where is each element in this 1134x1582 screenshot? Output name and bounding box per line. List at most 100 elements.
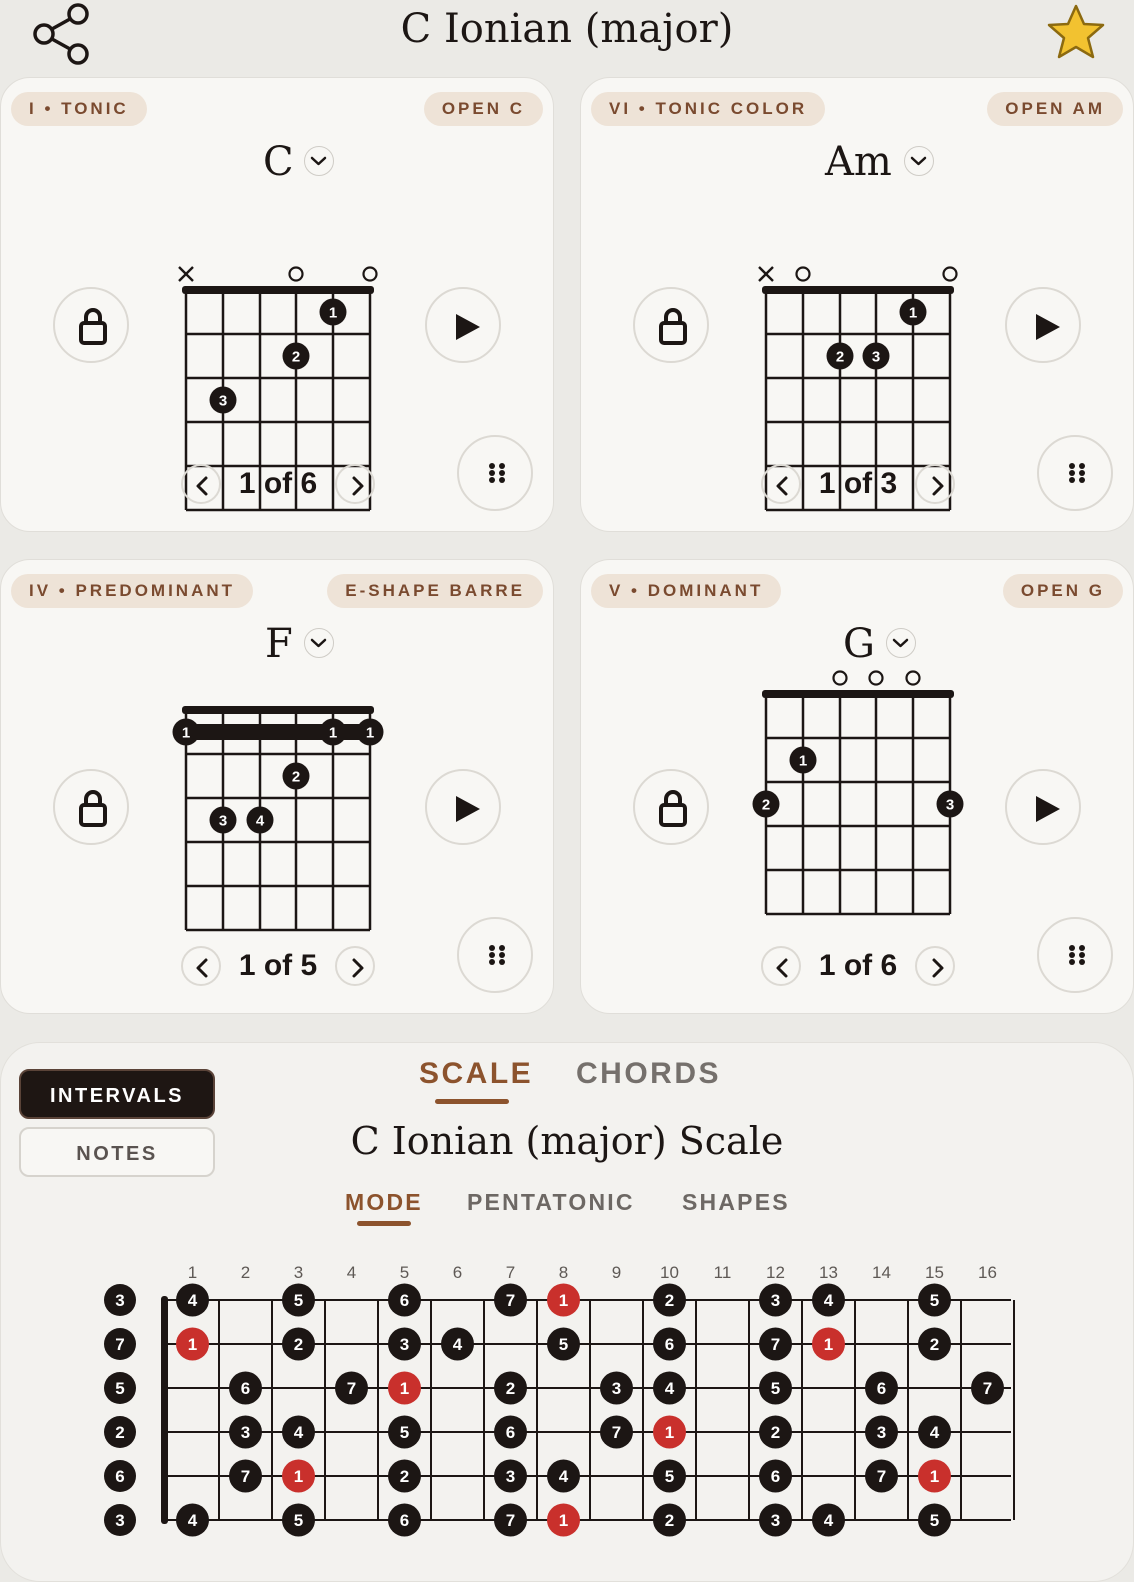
scale-note[interactable]: 6 [865, 1371, 898, 1405]
scale-note[interactable]: 3 [229, 1415, 262, 1449]
svg-text:3: 3 [771, 1511, 780, 1530]
scale-note[interactable]: 7 [494, 1283, 527, 1317]
scale-note[interactable]: 7 [971, 1371, 1004, 1405]
svg-text:6: 6 [400, 1291, 409, 1310]
scale-note[interactable]: 4 [176, 1283, 209, 1317]
scale-note[interactable]: 5 [547, 1327, 580, 1361]
svg-text:5: 5 [294, 1511, 303, 1530]
fret-number: 4 [347, 1263, 356, 1282]
svg-text:7: 7 [506, 1291, 515, 1310]
scale-note[interactable]: 4 [812, 1503, 845, 1537]
scale-note[interactable]: 4 [176, 1503, 209, 1537]
root-note[interactable]: 1 [918, 1459, 951, 1493]
scale-note[interactable]: 3 [759, 1503, 792, 1537]
scale-note[interactable]: 4 [812, 1283, 845, 1317]
svg-text:7: 7 [877, 1467, 886, 1486]
svg-text:6: 6 [400, 1511, 409, 1530]
scale-note[interactable]: 4 [547, 1459, 580, 1493]
svg-text:2: 2 [930, 1335, 939, 1354]
svg-text:4: 4 [188, 1511, 198, 1530]
scale-note[interactable]: 7 [759, 1327, 792, 1361]
scale-note[interactable]: 6 [653, 1327, 686, 1361]
svg-text:2: 2 [665, 1291, 674, 1310]
scale-note[interactable]: 4 [918, 1415, 951, 1449]
scale-note[interactable]: 2 [388, 1459, 421, 1493]
svg-text:1: 1 [294, 1467, 303, 1486]
scale-note[interactable]: 6 [759, 1459, 792, 1493]
open-string-note: 6 [104, 1460, 136, 1492]
fret-number: 1 [188, 1263, 197, 1282]
scale-note[interactable]: 3 [388, 1327, 421, 1361]
scale-note[interactable]: 5 [388, 1415, 421, 1449]
scale-note[interactable]: 4 [441, 1327, 474, 1361]
scale-note[interactable]: 5 [282, 1503, 315, 1537]
svg-text:3: 3 [877, 1423, 886, 1442]
svg-text:4: 4 [559, 1467, 569, 1486]
scale-note[interactable]: 2 [282, 1327, 315, 1361]
svg-text:1: 1 [188, 1335, 197, 1354]
fret-number: 14 [872, 1263, 891, 1282]
scale-note[interactable]: 7 [229, 1459, 262, 1493]
open-string-note: 5 [104, 1372, 136, 1404]
svg-text:4: 4 [188, 1291, 198, 1310]
svg-text:3: 3 [400, 1335, 409, 1354]
svg-text:2: 2 [665, 1511, 674, 1530]
fret-number: 8 [559, 1263, 568, 1282]
scale-note[interactable]: 7 [600, 1415, 633, 1449]
scale-note[interactable]: 2 [494, 1371, 527, 1405]
root-note[interactable]: 1 [547, 1503, 580, 1537]
scale-note[interactable]: 2 [918, 1327, 951, 1361]
scale-note[interactable]: 7 [335, 1371, 368, 1405]
scale-note[interactable]: 2 [759, 1415, 792, 1449]
svg-text:4: 4 [824, 1511, 834, 1530]
scale-note[interactable]: 5 [918, 1283, 951, 1317]
root-note[interactable]: 1 [653, 1415, 686, 1449]
scale-note[interactable]: 6 [494, 1415, 527, 1449]
fret-number: 16 [978, 1263, 997, 1282]
svg-text:3: 3 [771, 1291, 780, 1310]
scale-note[interactable]: 7 [865, 1459, 898, 1493]
scale-note[interactable]: 3 [865, 1415, 898, 1449]
fret-number: 2 [241, 1263, 250, 1282]
scale-note[interactable]: 5 [653, 1459, 686, 1493]
fret-number: 7 [506, 1263, 515, 1282]
fret-number: 6 [453, 1263, 462, 1282]
scale-note[interactable]: 5 [282, 1283, 315, 1317]
svg-text:5: 5 [559, 1335, 568, 1354]
root-note[interactable]: 1 [388, 1371, 421, 1405]
fretboard-nut [161, 1296, 168, 1524]
scale-note[interactable]: 5 [759, 1371, 792, 1405]
root-note[interactable]: 1 [547, 1283, 580, 1317]
svg-text:3: 3 [241, 1423, 250, 1442]
scale-note[interactable]: 3 [759, 1283, 792, 1317]
root-note[interactable]: 1 [176, 1327, 209, 1361]
scale-note[interactable]: 4 [653, 1371, 686, 1405]
svg-text:5: 5 [930, 1291, 939, 1310]
scale-note[interactable]: 4 [282, 1415, 315, 1449]
svg-text:6: 6 [665, 1335, 674, 1354]
scale-note[interactable]: 3 [494, 1459, 527, 1493]
scale-note[interactable]: 7 [494, 1503, 527, 1537]
scale-note[interactable]: 3 [600, 1371, 633, 1405]
svg-text:3: 3 [506, 1467, 515, 1486]
scale-note[interactable]: 5 [918, 1503, 951, 1537]
fret-number: 12 [766, 1263, 785, 1282]
open-string-note: 2 [104, 1416, 136, 1448]
svg-text:4: 4 [294, 1423, 304, 1442]
svg-text:2: 2 [294, 1335, 303, 1354]
svg-text:1: 1 [930, 1467, 939, 1486]
scale-note[interactable]: 6 [388, 1283, 421, 1317]
scale-note[interactable]: 2 [653, 1503, 686, 1537]
scale-note[interactable]: 6 [229, 1371, 262, 1405]
scale-note[interactable]: 6 [388, 1503, 421, 1537]
svg-text:1: 1 [559, 1291, 568, 1310]
root-note[interactable]: 1 [812, 1327, 845, 1361]
open-string-note: 3 [104, 1504, 136, 1536]
root-note[interactable]: 1 [282, 1459, 315, 1493]
svg-text:2: 2 [506, 1379, 515, 1398]
svg-text:6: 6 [115, 1467, 124, 1486]
svg-text:4: 4 [930, 1423, 940, 1442]
scale-note[interactable]: 2 [653, 1283, 686, 1317]
svg-text:1: 1 [665, 1423, 674, 1442]
svg-text:1: 1 [824, 1335, 833, 1354]
